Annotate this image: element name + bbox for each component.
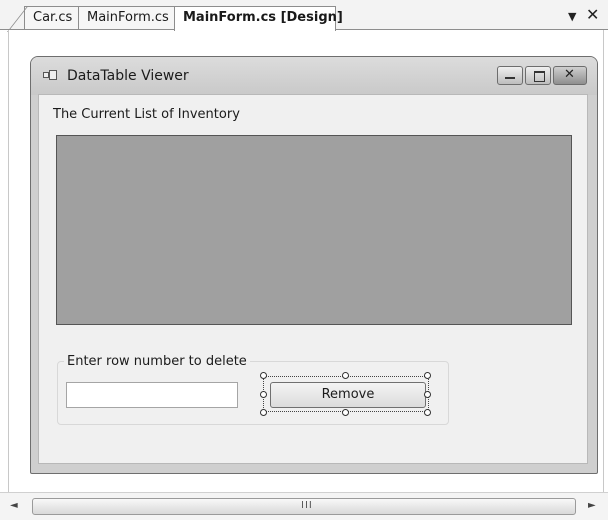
resize-handle-se[interactable]	[424, 409, 431, 416]
delete-row-group-label: Enter row number to delete	[64, 354, 250, 369]
resize-handle-n[interactable]	[342, 372, 349, 379]
form-title: DataTable Viewer	[67, 68, 189, 84]
scroll-right-arrow-icon[interactable]: ►	[588, 500, 596, 511]
scrollbar-grip-icon: III	[301, 500, 313, 511]
remove-button[interactable]: Remove	[270, 382, 426, 408]
form-client-area: The Current List of Inventory Enter row …	[38, 94, 588, 464]
form-titlebar[interactable]: DataTable Viewer	[31, 57, 597, 95]
resize-handle-sw[interactable]	[260, 409, 267, 416]
tab-car-cs[interactable]: Car.cs	[24, 6, 80, 30]
resize-handle-ne[interactable]	[424, 372, 431, 379]
inventory-data-grid[interactable]	[56, 135, 572, 325]
scrollbar-thumb[interactable]: III	[32, 498, 576, 515]
close-document-icon[interactable]: ✕	[586, 5, 599, 24]
tab-label: Car.cs	[33, 10, 73, 25]
tab-label: MainForm.cs	[87, 10, 169, 25]
resize-handle-s[interactable]	[342, 409, 349, 416]
form-window-icon	[43, 70, 57, 82]
delete-row-groupbox: Enter row number to delete Remove	[57, 354, 449, 425]
tab-mainform-cs[interactable]: MainForm.cs	[78, 6, 176, 30]
close-icon[interactable]	[553, 66, 587, 85]
maximize-icon[interactable]	[525, 66, 551, 85]
tab-label: MainForm.cs [Design]	[183, 10, 343, 25]
document-tab-strip: Car.cs MainForm.cs MainForm.cs [Design] …	[0, 0, 608, 31]
row-number-input[interactable]	[66, 382, 238, 408]
tab-dropdown-icon[interactable]: ▼	[568, 10, 576, 23]
horizontal-scrollbar[interactable]: ◄ III ►	[0, 492, 608, 520]
scroll-left-arrow-icon[interactable]: ◄	[10, 500, 18, 511]
inventory-heading-label: The Current List of Inventory	[53, 107, 240, 122]
caption-buttons	[497, 66, 587, 86]
resize-handle-w[interactable]	[260, 391, 267, 398]
resize-handle-e[interactable]	[424, 391, 431, 398]
minimize-icon[interactable]	[497, 66, 523, 85]
tab-mainform-design[interactable]: MainForm.cs [Design]	[174, 6, 343, 31]
resize-handle-nw[interactable]	[260, 372, 267, 379]
